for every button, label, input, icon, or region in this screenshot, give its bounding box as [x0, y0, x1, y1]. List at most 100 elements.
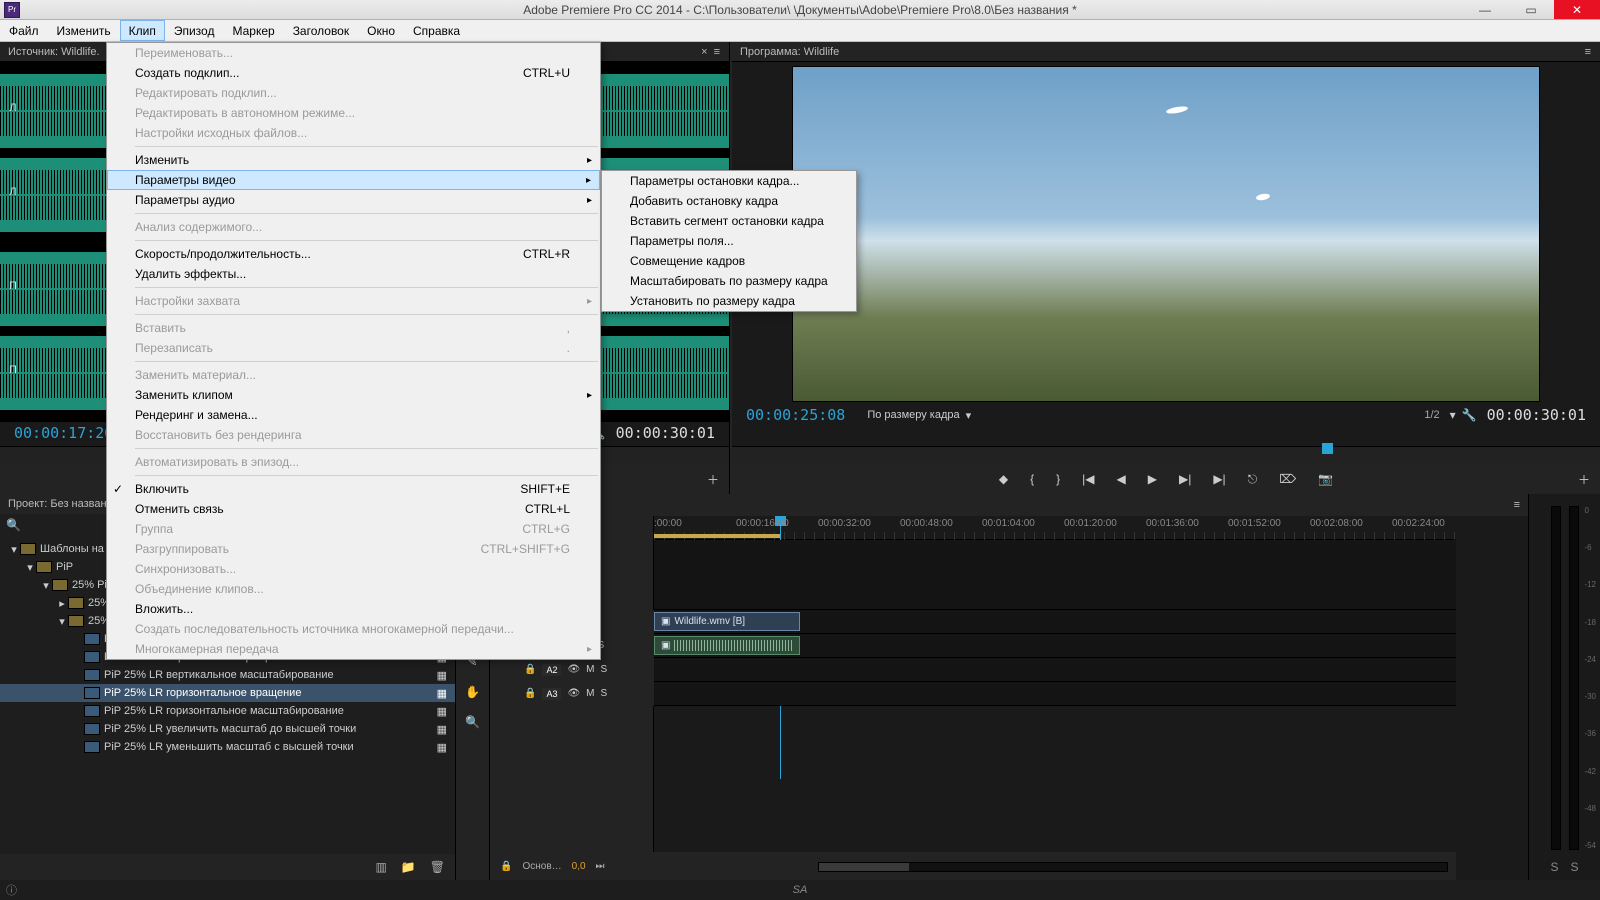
menu-справка[interactable]: Справка [404, 20, 469, 41]
mark-in-button[interactable]: ◆ [999, 472, 1008, 486]
set-out-button[interactable]: } [1056, 472, 1060, 486]
preset-icon[interactable]: ▦ [437, 741, 455, 754]
menu-изменить[interactable]: Изменить [48, 20, 120, 41]
step-back-button[interactable]: ◀ [1117, 472, 1126, 486]
menuitem[interactable]: Параметры аудио▸ [107, 190, 600, 210]
program-tab-label: Программа: Wildlife [740, 46, 839, 58]
menuitem[interactable]: Вставить сегмент остановки кадра [602, 211, 856, 231]
new-folder-icon[interactable]: 📁 [401, 860, 416, 874]
cc-icon[interactable]: ⓘ [6, 882, 17, 898]
tree-item[interactable]: PiP 25% LR горизонтальное вращение▦ [0, 684, 455, 702]
track-a3[interactable]: 🔒A3👁MS [654, 682, 1456, 706]
menuitem: Перезаписать. [107, 338, 600, 358]
goto-in-button[interactable]: |◀ [1082, 472, 1094, 486]
menu-эпизод[interactable]: Эпизод [165, 20, 224, 41]
program-monitor[interactable] [792, 66, 1540, 402]
track-v1[interactable]: V1🔒V1👁 ▣Wildlife.wmv [В] [654, 610, 1456, 634]
lock-icon[interactable]: 🔒 [500, 861, 512, 872]
menuitem[interactable]: Установить по размеру кадра [602, 291, 856, 311]
menuitem[interactable]: Параметры остановки кадра... [602, 171, 856, 191]
tree-item[interactable]: PiP 25% LR горизонтальное масштабировани… [0, 702, 455, 720]
menu-маркер[interactable]: Маркер [223, 20, 283, 41]
step-fwd-button[interactable]: ▶| [1179, 472, 1191, 486]
menu-окно[interactable]: Окно [358, 20, 404, 41]
fx-icon: ▣ [661, 616, 670, 627]
tool-hand[interactable]: ✋ [462, 682, 484, 702]
zoom-dropdown[interactable]: По размеру кадра ▾ [857, 409, 981, 422]
clip-video[interactable]: ▣Wildlife.wmv [В] [654, 612, 800, 631]
menuitem[interactable]: Скорость/продолжительность...CTRL+R [107, 244, 600, 264]
menuitem[interactable]: Совмещение кадров [602, 251, 856, 271]
track-a2[interactable]: 🔒A2👁MS [654, 658, 1456, 682]
lock-icon[interactable]: 🔒 [524, 688, 536, 699]
timeline-zoom-scrollbar[interactable] [818, 862, 1448, 872]
menuitem[interactable]: Параметры поля... [602, 231, 856, 251]
menuitem: Вставить, [107, 318, 600, 338]
clip-audio[interactable]: ▣ [654, 636, 800, 655]
menuitem[interactable]: Рендеринг и замена... [107, 405, 600, 425]
skip-icon[interactable]: ⏭ [596, 861, 605, 872]
menuitem[interactable]: Удалить эффекты... [107, 264, 600, 284]
close-button[interactable]: ✕ [1554, 0, 1600, 19]
menuitem: Настройки исходных файлов... [107, 123, 600, 143]
menu-заголовок[interactable]: Заголовок [284, 20, 358, 41]
play-button[interactable]: ▶ [1148, 472, 1157, 486]
preset-icon[interactable]: ▦ [437, 723, 455, 736]
extract-button[interactable]: ⌦ [1279, 472, 1296, 486]
eye-icon[interactable]: 👁 [567, 664, 580, 675]
meter-solo[interactable]: S [1550, 860, 1558, 874]
menu-bar: ФайлИзменитьКлипЭпизодМаркерЗаголовокОкн… [0, 20, 1600, 42]
menuitem[interactable]: Масштабировать по размеру кадра [602, 271, 856, 291]
menu-файл[interactable]: Файл [0, 20, 48, 41]
source-tab-close-icon[interactable]: × [701, 46, 707, 58]
maximize-button[interactable]: ▭ [1508, 0, 1554, 19]
tree-item[interactable]: PiP 25% LR уменьшить масштаб с высшей то… [0, 738, 455, 756]
lock-icon[interactable]: 🔒 [524, 664, 536, 675]
title-bar: Pr Adobe Premiere Pro CC 2014 - C:\Польз… [0, 0, 1600, 20]
menuitem[interactable]: Параметры видео▸ [107, 170, 600, 190]
menuitem[interactable]: Вложить... [107, 599, 600, 619]
pages-indicator[interactable]: 1/2 [1424, 409, 1449, 421]
add-button-icon[interactable]: ＋ [1578, 471, 1590, 488]
tree-item[interactable]: PiP 25% LR вертикальное масштабирование▦ [0, 666, 455, 684]
menuitem[interactable]: Заменить клипом▸ [107, 385, 600, 405]
lift-button[interactable]: ⎋ [1248, 472, 1258, 487]
track-a1[interactable]: A1🔒A1👁MS ▣ [654, 634, 1456, 658]
chevron-down-icon[interactable]: ▾ [1450, 408, 1456, 422]
panel-menu-icon[interactable]: ≡ [714, 46, 721, 58]
snapshot-button[interactable]: 📷 [1318, 472, 1333, 486]
menuitem[interactable]: Изменить▸ [107, 150, 600, 170]
menuitem[interactable]: Создать подклип...CTRL+U [107, 63, 600, 83]
trash-icon[interactable]: 🗑 [430, 860, 445, 874]
menuitem[interactable]: ✓ВключитьSHIFT+E [107, 479, 600, 499]
panel-menu-icon[interactable]: ≡ [1585, 46, 1592, 58]
timeline-tab[interactable]: Wildlife × ≡ [490, 494, 1528, 516]
set-in-button[interactable]: { [1030, 472, 1034, 486]
wrench-icon[interactable]: 🔧 [1462, 408, 1477, 422]
menuitem[interactable]: Отменить связьCTRL+L [107, 499, 600, 519]
preset-icon[interactable]: ▦ [437, 687, 455, 700]
program-ruler[interactable] [732, 446, 1600, 464]
timeline-tracks-area[interactable]: :00:0000:00:16:0000:00:32:0000:00:48:000… [654, 516, 1456, 852]
submenu-video-options[interactable]: Параметры остановки кадра...Добавить ост… [601, 170, 857, 312]
playhead-marker-icon[interactable] [1322, 443, 1333, 454]
panel-menu-icon[interactable]: ≡ [1514, 499, 1520, 511]
menu-клип[interactable]: Клип [120, 20, 165, 41]
program-timecode[interactable]: 00:00:25:08 [746, 406, 845, 424]
eye-icon[interactable]: 👁 [567, 688, 580, 699]
new-bin-icon[interactable]: ▥ [375, 860, 386, 874]
menuitem[interactable]: Добавить остановку кадра [602, 191, 856, 211]
add-button-icon[interactable]: ＋ [707, 471, 719, 488]
tree-item[interactable]: PiP 25% LR увеличить масштаб до высшей т… [0, 720, 455, 738]
preset-icon[interactable]: ▦ [437, 705, 455, 718]
source-timecode-in[interactable]: 00:00:17:20 [14, 424, 113, 442]
meter-solo[interactable]: S [1571, 860, 1579, 874]
tool-zoom[interactable]: 🔍 [462, 712, 484, 732]
menu-clip-dropdown[interactable]: Переименовать...Создать подклип...CTRL+U… [106, 42, 601, 660]
program-tab[interactable]: Программа: Wildlife ≡ [732, 42, 1600, 62]
minimize-button[interactable]: — [1462, 0, 1508, 19]
timeline-ruler[interactable]: :00:0000:00:16:0000:00:32:0000:00:48:000… [654, 516, 1456, 540]
preset-icon[interactable]: ▦ [437, 669, 455, 682]
goto-out-button[interactable]: ▶| [1213, 472, 1225, 486]
menuitem: Объединение клипов... [107, 579, 600, 599]
